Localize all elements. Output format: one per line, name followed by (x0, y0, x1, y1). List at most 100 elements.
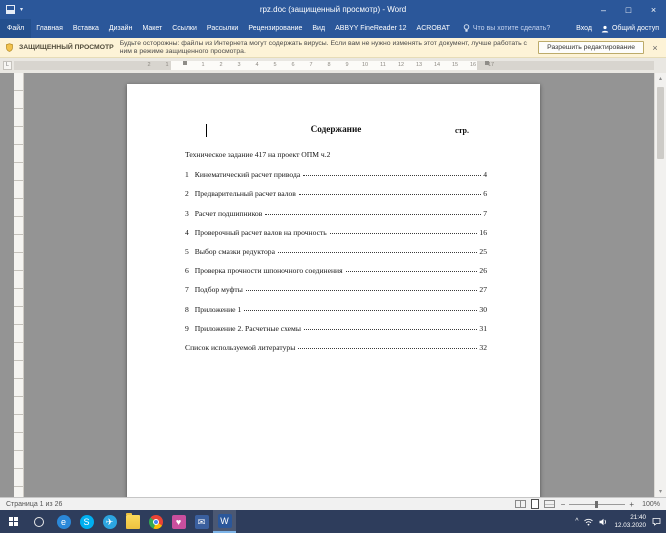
taskbar-app-telegram[interactable]: ✈ (98, 510, 121, 533)
ruler-number: 2 (216, 62, 226, 68)
notification-center-icon[interactable] (652, 517, 661, 526)
scrollbar-thumb[interactable] (657, 87, 664, 159)
scroll-down-icon[interactable]: ▾ (655, 488, 666, 495)
ribbon-tab-abbyy-finereader-12[interactable]: ABBYY FineReader 12 (330, 19, 411, 38)
edge-icon: e (57, 515, 71, 529)
ribbon-tab-вставка[interactable]: Вставка (68, 19, 104, 38)
web-layout-icon[interactable] (544, 500, 555, 508)
ruler-number: 2 (144, 62, 154, 68)
print-layout-icon[interactable] (531, 499, 539, 509)
document-area: Содержание стр. Техническое задание 417 … (0, 73, 666, 497)
toc-row: 9 Приложение 2. Расчетные схемы 31 (185, 314, 487, 333)
toc-dot-leader (244, 310, 477, 311)
sign-in-button[interactable]: Вход (576, 25, 592, 32)
vertical-scrollbar[interactable]: ▴ ▾ (654, 73, 666, 497)
taskbar-app-edge[interactable]: e (52, 510, 75, 533)
enable-editing-button[interactable]: Разрешить редактирование (538, 41, 644, 54)
close-button[interactable]: × (641, 0, 666, 19)
taskbar-app-skype[interactable]: S (75, 510, 98, 533)
clock-time: 21:40 (614, 514, 646, 522)
toc-list: 1 Кинематический расчет привода 4 2 Пред… (185, 160, 487, 352)
banner-close-icon[interactable]: × (650, 43, 660, 53)
ruler-number: 8 (324, 62, 334, 68)
share-button[interactable]: Общий доступ (601, 25, 659, 33)
ribbon-tab-макет[interactable]: Макет (137, 19, 167, 38)
photos-icon: ♥ (172, 515, 186, 529)
zoom-control: − + 100% (561, 500, 660, 509)
taskbar-app-word[interactable]: W (213, 510, 236, 533)
toc-item-number: 8 (185, 305, 189, 314)
banner-message: Будьте осторожны: файлы из Интернета мог… (120, 40, 532, 56)
minimize-button[interactable]: – (591, 0, 616, 19)
scroll-up-icon[interactable]: ▴ (655, 75, 666, 82)
ribbon-tab-рассылки[interactable]: Рассылки (202, 19, 243, 38)
toc-item-number: 2 (185, 189, 189, 198)
taskbar-app-photos[interactable]: ♥ (167, 510, 190, 533)
skype-icon: S (80, 515, 94, 529)
zoom-out-icon[interactable]: − (561, 500, 566, 509)
toc-item-page: 26 (479, 266, 487, 275)
toc-row: Список используемой литературы 32 (185, 333, 487, 352)
ribbon-tab-ссылки[interactable]: Ссылки (167, 19, 202, 38)
toc-item-page: 7 (483, 209, 487, 218)
indent-marker-left[interactable] (183, 61, 187, 65)
window-controls: – □ × (591, 0, 666, 19)
zoom-in-icon[interactable]: + (629, 500, 634, 509)
word-icon: W (218, 514, 232, 528)
taskbar-app-mail[interactable]: ✉ (190, 510, 213, 533)
system-tray: ^ 21:40 12.03.2020 (575, 514, 666, 530)
taskbar-app-explorer[interactable] (121, 510, 144, 533)
network-icon[interactable] (584, 518, 593, 526)
customize-quick-access-icon[interactable]: ▾ (20, 6, 23, 13)
ruler-number: 14 (432, 62, 442, 68)
ribbon-tab-файл[interactable]: Файл (0, 19, 31, 38)
save-icon[interactable] (6, 5, 15, 14)
doc-intro-line: Техническое задание 417 на проект ОПМ ч.… (185, 150, 487, 160)
toc-dot-leader (303, 175, 481, 176)
taskbar: e S ✈ ♥ ✉ W ^ 21:40 12.03.2020 (0, 510, 666, 533)
hidden-icons-chevron[interactable]: ^ (575, 518, 578, 525)
read-mode-icon[interactable] (515, 500, 526, 508)
indent-marker-right[interactable] (485, 61, 489, 65)
search-button[interactable] (26, 510, 52, 533)
tell-me-label: Что вы хотите сделать? (473, 25, 550, 32)
toc-row: 3 Расчет подшипников 7 (185, 198, 487, 217)
toc-item-page: 6 (483, 189, 487, 198)
volume-icon[interactable] (599, 518, 608, 526)
zoom-slider-thumb[interactable] (595, 501, 598, 508)
ribbon-tab-row: ФайлГлавнаяВставкаДизайнМакетСсылкиРассы… (0, 19, 666, 38)
toc-item-page: 16 (479, 228, 487, 237)
toc-item-label: Подбор муфты (195, 285, 243, 294)
protected-view-banner: ЗАЩИЩЕННЫЙ ПРОСМОТР Будьте осторожны: фа… (0, 38, 666, 58)
ribbon-tab-рецензирование[interactable]: Рецензирование (243, 19, 307, 38)
start-button[interactable] (0, 510, 26, 533)
ruler-number: 11 (378, 62, 388, 68)
word-window: { "window": { "title": "rpz.doc (защищен… (0, 0, 666, 533)
taskbar-clock[interactable]: 21:40 12.03.2020 (614, 514, 646, 530)
ruler-number: 1 (162, 62, 172, 68)
zoom-slider[interactable] (569, 504, 625, 505)
toc-item-page: 31 (479, 324, 487, 333)
toc-item-label: Приложение 1 (195, 305, 241, 314)
ruler-band (14, 61, 654, 70)
taskbar-app-chrome[interactable] (144, 510, 167, 533)
toc-item-label: Проверочный расчет валов на прочность (195, 228, 327, 237)
toc-dot-leader (330, 233, 478, 234)
page-indicator[interactable]: Страница 1 из 26 (6, 501, 62, 508)
ribbon-tab-вид[interactable]: Вид (307, 19, 330, 38)
document-page[interactable]: Содержание стр. Техническое задание 417 … (127, 84, 540, 497)
vertical-ruler (14, 73, 24, 497)
toc-dot-leader (299, 194, 481, 195)
zoom-percentage[interactable]: 100% (638, 501, 660, 508)
tell-me-box[interactable]: Что вы хотите сделать? (463, 24, 550, 33)
ribbon-tab-acrobat[interactable]: ACROBAT (412, 19, 455, 38)
toc-item-label: Приложение 2. Расчетные схемы (195, 324, 301, 333)
telegram-icon: ✈ (103, 515, 117, 529)
toc-row: 1 Кинематический расчет привода 4 (185, 160, 487, 179)
tab-selector[interactable]: L (3, 61, 12, 70)
toc-item-page: 25 (479, 247, 487, 256)
ribbon-tab-дизайн[interactable]: Дизайн (104, 19, 138, 38)
ruler-number: 3 (234, 62, 244, 68)
maximize-button[interactable]: □ (616, 0, 641, 19)
ribbon-tab-главная[interactable]: Главная (31, 19, 68, 38)
